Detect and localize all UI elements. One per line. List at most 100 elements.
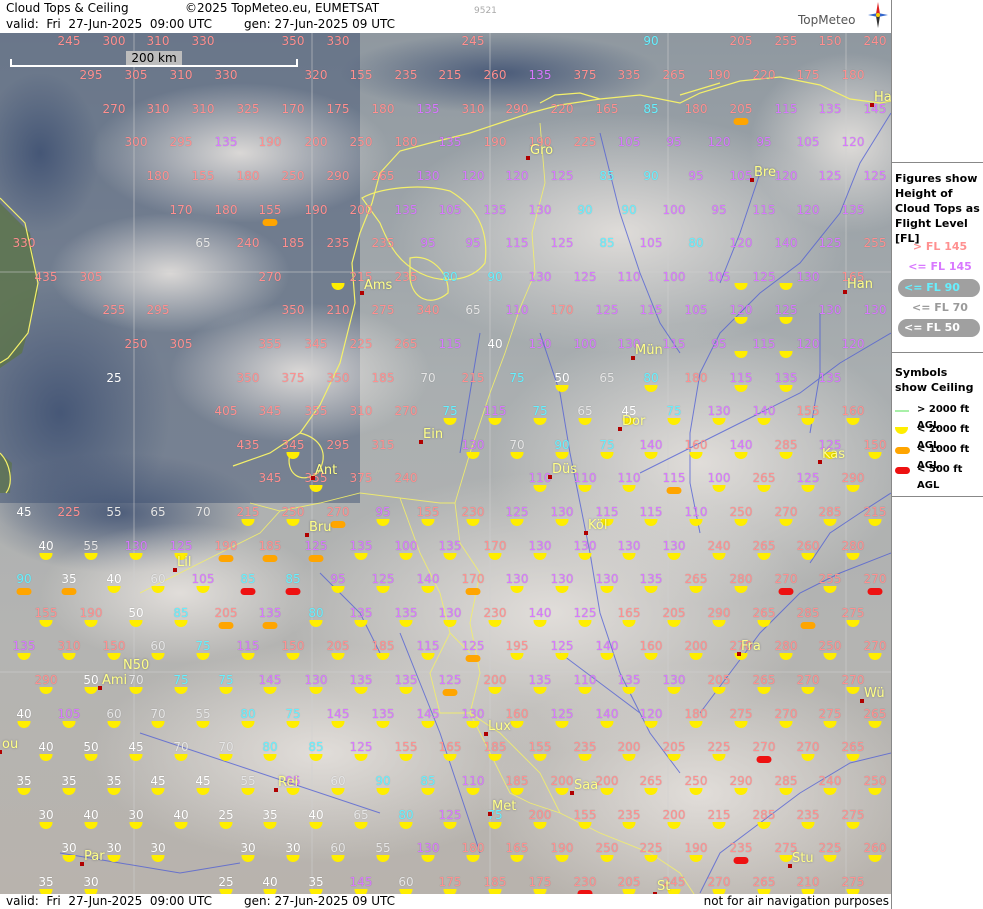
- cloud-top-value: 105: [617, 135, 641, 149]
- yellow-half-circle-icon: [895, 427, 908, 434]
- cloud-top-value: 300: [102, 34, 126, 48]
- cloud-top-value: 190: [214, 539, 238, 553]
- cloud-top-value: 135: [394, 203, 418, 217]
- cloud-top-value: 70: [218, 740, 234, 754]
- cloud-top-value: 140: [595, 707, 619, 721]
- cloud-top-value: 50: [554, 371, 570, 385]
- cloud-top-value: 270: [841, 673, 865, 687]
- cloud-top-value: 140: [729, 438, 753, 452]
- cloud-top-value: 260: [796, 539, 820, 553]
- cloud-top-value: 115: [774, 102, 798, 116]
- legend-levels-title: Figures show Height of Cloud Tops as Fli…: [895, 172, 980, 245]
- city-label: Saa: [574, 778, 599, 793]
- cloud-top-value: 125: [573, 606, 597, 620]
- cloud-top-value: 345: [258, 404, 282, 418]
- cloud-top-value: 105: [191, 572, 215, 586]
- cloud-top-value: 245: [461, 34, 485, 48]
- cloud-top-value: 40: [106, 572, 122, 586]
- cloud-top-value: 130: [818, 303, 842, 317]
- cloud-top-value: 35: [61, 774, 77, 788]
- cloud-top-value: 125: [169, 539, 193, 553]
- cloud-top-value: 345: [258, 471, 282, 485]
- cloud-top-value: 130: [528, 337, 552, 351]
- cloud-top-value: 330: [326, 34, 350, 48]
- cloud-top-value: 140: [416, 572, 440, 586]
- ceiling-lt1000-symbol: [442, 689, 458, 696]
- cloud-top-value: 205: [707, 673, 731, 687]
- cloud-top-value: 275: [841, 606, 865, 620]
- cloud-top-value: 255: [863, 236, 887, 250]
- cloud-top-value: 235: [326, 236, 350, 250]
- footer-valid-time: valid: Fri 27-Jun-2025 09:00 UTC: [6, 894, 213, 908]
- cloud-top-value: 185: [483, 740, 507, 754]
- ceiling-lt500-symbol: [756, 756, 772, 763]
- cloud-top-value: 30: [285, 841, 301, 855]
- cloud-top-value: 295: [169, 135, 193, 149]
- cloud-top-value: 375: [349, 471, 373, 485]
- ceiling-lt1000-symbol: [61, 588, 77, 595]
- city-label: Ant: [315, 463, 338, 478]
- cloud-top-value: 65: [353, 808, 369, 822]
- cloud-top-value: 205: [729, 34, 753, 48]
- cloud-top-value: 60: [330, 841, 346, 855]
- ceiling-lt1000-symbol: [218, 622, 234, 629]
- cloud-top-value: 215: [461, 371, 485, 385]
- cloud-top-value: 85: [420, 774, 436, 788]
- cloud-top-value: 125: [550, 236, 574, 250]
- cloud-top-value: 290: [707, 606, 731, 620]
- cloud-top-value: 305: [124, 68, 148, 82]
- cloud-top-value: 345: [304, 337, 328, 351]
- cloud-top-value: 80: [643, 371, 659, 385]
- cloud-top-value: 125: [550, 169, 574, 183]
- cloud-top-value: 30: [150, 841, 166, 855]
- cloud-top-value: 135: [818, 102, 842, 116]
- cloud-top-value: 125: [550, 707, 574, 721]
- ceiling-lt500-symbol: [733, 857, 749, 864]
- cloud-top-value: 80: [308, 606, 324, 620]
- cloud-top-value: 200: [662, 808, 686, 822]
- city-label: Stu: [792, 851, 814, 866]
- cloud-top-value: 135: [12, 639, 36, 653]
- cloud-top-value: 65: [465, 303, 481, 317]
- cloud-top-value: 140: [752, 404, 776, 418]
- cloud-top-value: 350: [281, 303, 305, 317]
- cloud-top-value: 225: [639, 841, 663, 855]
- cloud-top-value: 165: [617, 606, 641, 620]
- cloud-top-value: 270: [863, 572, 887, 586]
- cloud-top-value: 250: [281, 169, 305, 183]
- cloud-top-value: 80: [262, 740, 278, 754]
- satellite-map[interactable]: 200 km N50 245 300 310 330 350 330 245 90 205 255…: [0, 33, 891, 894]
- cloud-top-value: 55: [375, 841, 391, 855]
- cloud-top-value: 25: [218, 808, 234, 822]
- cloud-top-value: 70: [128, 673, 144, 687]
- cloud-top-value: 205: [326, 639, 350, 653]
- cloud-top-value: 435: [34, 270, 58, 284]
- cloud-top-value: 240: [818, 774, 842, 788]
- cloud-top-value: 145: [258, 673, 282, 687]
- cloud-top-value: 100: [707, 471, 731, 485]
- cloud-top-value: 95: [375, 505, 391, 519]
- cloud-top-value: 265: [752, 606, 776, 620]
- cloud-top-value: 200: [595, 774, 619, 788]
- cloud-top-value: 130: [550, 572, 574, 586]
- cloud-top-value: 200: [617, 740, 641, 754]
- cloud-top-value: 175: [326, 102, 350, 116]
- cloud-top-value: 75: [599, 438, 615, 452]
- ceiling-lt1000-symbol: [308, 555, 324, 562]
- cloud-top-value: 260: [863, 841, 887, 855]
- cloud-top-value: 120: [841, 135, 865, 149]
- cloud-top-value: 35: [16, 774, 32, 788]
- cloud-top-value: 155: [416, 505, 440, 519]
- cloud-top-value: 270: [258, 270, 282, 284]
- cloud-top-value: 100: [662, 270, 686, 284]
- cloud-top-value: 280: [841, 539, 865, 553]
- cloud-top-value: 185: [258, 539, 282, 553]
- cloud-top-value: 130: [662, 673, 686, 687]
- city-label: ou: [2, 737, 19, 752]
- cloud-top-value: 165: [595, 102, 619, 116]
- cloud-top-value: 225: [573, 135, 597, 149]
- orange-pill-icon: [895, 447, 910, 454]
- cloud-top-value: 80: [688, 236, 704, 250]
- cloud-top-value: 125: [595, 303, 619, 317]
- legend-ceiling-lt2000: < 2000 ft AGL: [895, 422, 983, 451]
